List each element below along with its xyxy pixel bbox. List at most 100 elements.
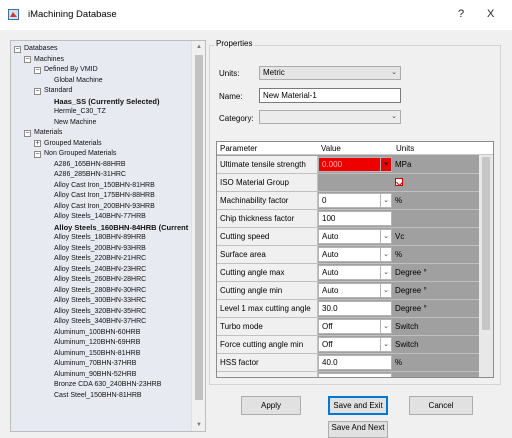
header-parameter: Parameter <box>220 144 258 153</box>
cancel-button[interactable]: Cancel <box>409 396 473 415</box>
iso-check-icon[interactable] <box>395 178 403 186</box>
grid-row: Ultimate tensile strength 0.000 ▼ MPa <box>217 156 481 174</box>
tree-item[interactable]: New Machine <box>54 118 96 128</box>
unit-cell: Switch <box>395 318 481 335</box>
unit-cell: Switch <box>395 336 481 353</box>
unit-text: Degree ° <box>395 304 427 313</box>
close-button[interactable]: X <box>487 7 494 21</box>
units-value: Metric <box>263 68 285 77</box>
value-select[interactable]: 0.000 ▼ <box>318 157 392 172</box>
chevron-down-icon[interactable]: ⌄ <box>383 248 389 261</box>
value-select[interactable]: Auto ⌄ <box>318 229 392 244</box>
tree-item[interactable]: Alloy Steels_280BHN-30HRC <box>54 286 146 296</box>
tree-item[interactable]: Alloy Steels_260BHN-28HRC <box>54 275 146 285</box>
value-input[interactable]: 40.0 <box>318 355 392 370</box>
collapse-icon[interactable]: − <box>34 87 41 95</box>
value-select[interactable]: Auto ⌄ <box>318 265 392 280</box>
grid-header: Parameter Value Units <box>217 142 493 155</box>
value-input[interactable]: 60.0 <box>318 373 392 377</box>
value-select[interactable]: Off ⌄ <box>318 319 392 334</box>
parameter-name: Ultimate tensile strength <box>217 156 318 173</box>
tree-item[interactable]: Databases <box>24 44 57 54</box>
value-text: 30.0 <box>322 304 338 313</box>
save-and-next-button[interactable]: Save And Next <box>328 421 388 438</box>
chevron-down-icon[interactable]: ⌄ <box>383 230 389 243</box>
scroll-up-icon[interactable]: ▲ <box>192 41 205 53</box>
grid-row: ISO Material Group <box>217 174 481 192</box>
tree-item[interactable]: Aluminum_70BHN-37HRB <box>54 359 136 369</box>
tree-item[interactable]: Alloy Steels_340BHN-37HRC <box>54 317 146 327</box>
tree-item[interactable]: A286_165BHN-88HRB <box>54 160 126 170</box>
tree-item[interactable]: Standard <box>44 86 72 96</box>
tree-item[interactable]: Alloy Steels_220BHN-21HRC <box>54 254 146 264</box>
tree-item[interactable]: Non Grouped Materials <box>44 149 116 159</box>
grid-scrollbar[interactable] <box>479 155 493 377</box>
tree-item[interactable]: Bronze CDA 630_240BHN-23HRB <box>54 380 161 390</box>
value-select[interactable]: Auto ⌄ <box>318 283 392 298</box>
value-input[interactable]: 30.0 <box>318 301 392 316</box>
tree-item[interactable]: Materials <box>34 128 62 138</box>
tree-item[interactable]: A286_285BHN-31HRC <box>54 170 126 180</box>
unit-text: % <box>395 250 403 259</box>
tree-item[interactable]: Aluminum_150BHN-81HRB <box>54 349 140 359</box>
value-select[interactable]: 0 ⌄ <box>318 193 392 208</box>
tree-item[interactable]: Alloy Steels_180BHN-89HRB <box>54 233 146 243</box>
dropdown-separator <box>380 248 381 261</box>
grid-scrollbar-thumb[interactable] <box>482 157 490 330</box>
chevron-down-icon[interactable]: ⌄ <box>383 266 389 279</box>
tree-item[interactable]: Alloy Steels_240BHN-23HRC <box>54 265 146 275</box>
name-input[interactable]: New Material-1 <box>259 88 401 103</box>
value-text: Auto <box>322 268 339 277</box>
chevron-down-icon[interactable]: ⌄ <box>383 320 389 333</box>
unit-cell: % <box>395 354 481 371</box>
tree-item[interactable]: Alloy Steels_320BHN-35HRC <box>54 307 146 317</box>
save-and-exit-button[interactable]: Save and Exit <box>328 396 388 415</box>
unit-cell: Degree ° <box>395 300 481 317</box>
collapse-icon[interactable]: − <box>34 150 41 158</box>
tree-item[interactable]: Haas_SS (Currently Selected) <box>54 97 159 107</box>
tree-item[interactable]: Alloy Steels_140BHN-77HRB <box>54 212 146 222</box>
unit-cell: MPa <box>395 156 481 173</box>
chevron-down-icon[interactable]: ⌄ <box>383 338 389 351</box>
tree-item[interactable]: Aluminum_90BHN-52HRB <box>54 370 136 380</box>
unit-text: Switch <box>395 322 419 331</box>
tree-item[interactable]: Alloy Steels_300BHN-33HRC <box>54 296 146 306</box>
tree-scrollbar[interactable]: ▲ ▼ <box>191 41 205 431</box>
tree-item[interactable]: Alloy Cast Iron_175BHN-88HRB <box>54 191 155 201</box>
chevron-down-icon[interactable]: ▼ <box>383 159 389 172</box>
unit-cell: % <box>395 372 481 377</box>
collapse-icon[interactable]: − <box>24 129 31 137</box>
unit-text: % <box>395 358 403 367</box>
scroll-down-icon[interactable]: ▼ <box>192 419 205 431</box>
tree-item[interactable]: Alloy Cast Iron_200BHN-93HRB <box>54 202 155 212</box>
unit-cell: Degree ° <box>395 264 481 281</box>
expand-icon[interactable]: + <box>34 140 41 147</box>
tree-item[interactable]: Alloy Steels_200BHN-93HRB <box>54 244 146 254</box>
tree-item[interactable]: Grouped Materials <box>44 139 102 149</box>
tree-item[interactable]: Alloy Steels_160BHN-84HRB (Current <box>54 223 188 233</box>
collapse-icon[interactable]: − <box>34 66 41 74</box>
collapse-icon[interactable]: − <box>14 45 21 53</box>
value-select[interactable]: Auto ⌄ <box>318 247 392 262</box>
tree-item[interactable]: Aluminum_120BHN-69HRB <box>54 338 140 348</box>
unit-text: % <box>395 196 403 205</box>
tree-item[interactable]: Cast Steel_150BHN-81HRB <box>54 391 142 401</box>
category-select[interactable]: ⌄ <box>259 110 401 124</box>
help-button[interactable]: ? <box>458 7 464 21</box>
database-tree[interactable]: − Databases − Machines − Defined By VMID Globa… <box>10 40 206 432</box>
chevron-down-icon[interactable]: ⌄ <box>383 194 389 207</box>
chevron-down-icon[interactable]: ⌄ <box>383 284 389 297</box>
tree-item[interactable]: Machines <box>34 55 64 65</box>
apply-button[interactable]: Apply <box>241 396 301 415</box>
tree-item[interactable]: Defined By VMID <box>44 65 98 75</box>
units-select[interactable]: Metric ⌄ <box>259 66 401 80</box>
collapse-icon[interactable]: − <box>24 56 31 63</box>
tree-item[interactable]: Aluminum_100BHN-60HRB <box>54 328 140 338</box>
tree-item[interactable]: Global Machine <box>54 76 103 86</box>
tree-item[interactable]: Alloy Cast Iron_150BHN-81HRB <box>54 181 155 191</box>
scrollbar-thumb[interactable] <box>195 55 203 400</box>
value-input[interactable]: 100 <box>318 211 392 226</box>
tree-item[interactable]: Hermle_C30_TZ <box>54 107 106 117</box>
value-select[interactable]: Off ⌄ <box>318 337 392 352</box>
value-text: 0 <box>322 196 327 205</box>
